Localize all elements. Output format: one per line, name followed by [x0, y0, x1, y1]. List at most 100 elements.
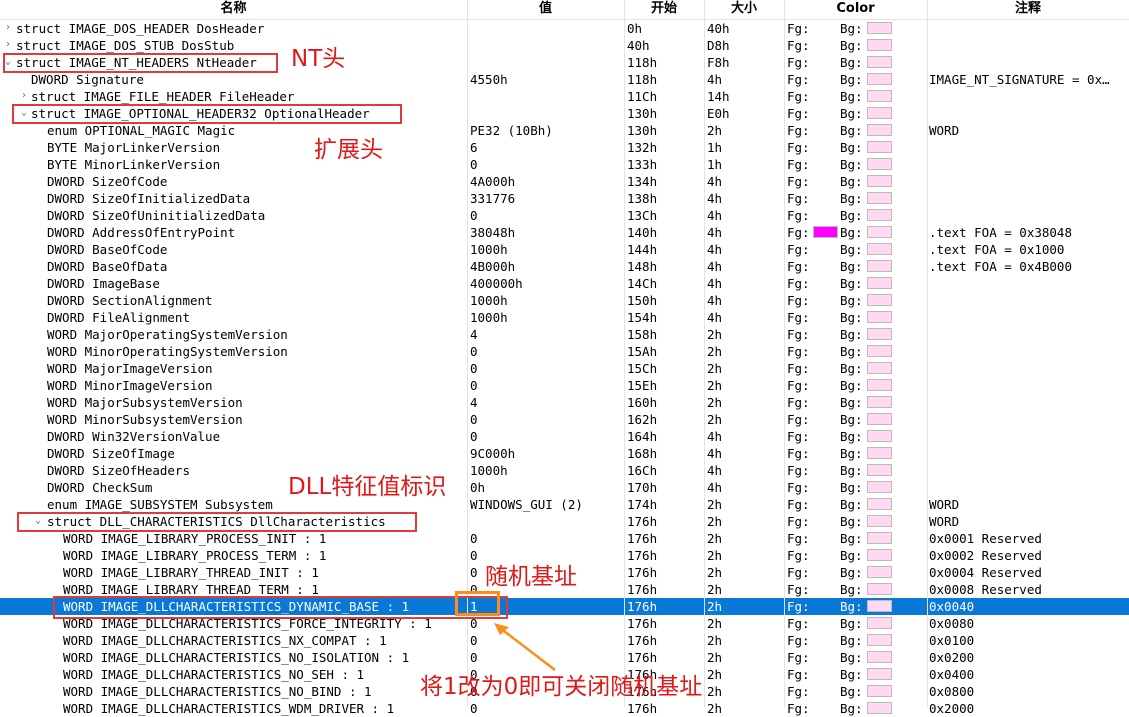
table-row[interactable]: › struct IMAGE_DOS_HEADER DosHeader 0h 40h F… [0, 20, 1129, 37]
row-value-cell[interactable]: 331776 [470, 190, 620, 207]
bg-color-swatch[interactable] [867, 192, 892, 204]
row-value-cell[interactable]: 0 [470, 700, 620, 717]
column-header-color[interactable]: Color [784, 0, 927, 19]
bg-color-swatch[interactable] [867, 668, 892, 680]
row-value-cell[interactable]: 0h [470, 479, 620, 496]
column-header-name[interactable]: 名称 [0, 0, 467, 19]
table-row[interactable]: DWORD AddressOfEntryPoint 38048h 140h 4h Fg:… [0, 224, 1129, 241]
column-divider[interactable] [927, 0, 928, 707]
bg-color-swatch[interactable] [867, 617, 892, 629]
row-value-cell[interactable] [470, 54, 620, 71]
table-row[interactable]: DWORD SizeOfUninitializedData 0 13Ch 4h Fg: B… [0, 207, 1129, 224]
row-value-cell[interactable]: 0 [470, 156, 620, 173]
bg-color-swatch[interactable] [867, 141, 892, 153]
row-value-cell[interactable]: 38048h [470, 224, 620, 241]
table-row[interactable]: WORD IMAGE_DLLCHARACTERISTICS_WDM_DRIVER… [0, 700, 1129, 717]
bg-color-swatch[interactable] [867, 702, 892, 714]
table-row[interactable]: DWORD CheckSum 0h 170h 4h Fg: Bg: [0, 479, 1129, 496]
row-value-cell[interactable]: 0 [470, 649, 620, 666]
bg-color-swatch[interactable] [867, 651, 892, 663]
bg-color-swatch[interactable] [867, 158, 892, 170]
row-value-cell[interactable]: 4 [470, 326, 620, 343]
table-row[interactable]: WORD MajorOperatingSystemVersion 4 158h 2h F… [0, 326, 1129, 343]
row-value-cell[interactable]: 400000h [470, 275, 620, 292]
row-value-cell[interactable]: 0 [470, 428, 620, 445]
row-value-cell[interactable]: 1000h [470, 292, 620, 309]
column-divider[interactable] [624, 0, 625, 707]
table-row[interactable]: enum IMAGE_SUBSYSTEM Subsystem WINDOWS_GU… [0, 496, 1129, 513]
table-row[interactable]: DWORD BaseOfData 4B000h 148h 4h Fg: Bg: .text … [0, 258, 1129, 275]
table-row[interactable]: › struct IMAGE_FILE_HEADER FileHeader 11Ch… [0, 88, 1129, 105]
row-value-cell[interactable]: 0 [470, 632, 620, 649]
table-row[interactable]: DWORD FileAlignment 1000h 154h 4h Fg: Bg: [0, 309, 1129, 326]
column-header-start[interactable]: 开始 [624, 0, 704, 19]
bg-color-swatch[interactable] [867, 515, 892, 527]
row-value-cell[interactable]: 9C000h [470, 445, 620, 462]
row-value-cell[interactable]: 0 [470, 530, 620, 547]
bg-color-swatch[interactable] [867, 90, 892, 102]
row-value-cell[interactable]: 0 [470, 411, 620, 428]
row-value-cell[interactable]: 4 [470, 394, 620, 411]
bg-color-swatch[interactable] [867, 464, 892, 476]
row-value-cell[interactable] [470, 105, 620, 122]
table-row[interactable]: DWORD SizeOfInitializedData 331776 138h 4h F… [0, 190, 1129, 207]
bg-color-swatch[interactable] [867, 311, 892, 323]
column-header-size[interactable]: 大小 [704, 0, 784, 19]
row-value-cell[interactable]: 4550h [470, 71, 620, 88]
row-value-cell[interactable]: 1000h [470, 309, 620, 326]
bg-color-swatch[interactable] [867, 22, 892, 34]
table-row[interactable]: DWORD SectionAlignment 1000h 150h 4h Fg: Bg: [0, 292, 1129, 309]
table-row[interactable]: DWORD SizeOfImage 9C000h 168h 4h Fg: Bg: [0, 445, 1129, 462]
row-value-cell[interactable]: 0 [470, 207, 620, 224]
bg-color-swatch[interactable] [867, 549, 892, 561]
table-row[interactable]: DWORD SizeOfCode 4A000h 134h 4h Fg: Bg: [0, 173, 1129, 190]
bg-color-swatch[interactable] [867, 345, 892, 357]
column-divider[interactable] [704, 0, 705, 707]
bg-color-swatch[interactable] [867, 294, 892, 306]
table-row[interactable]: WORD IMAGE_LIBRARY_PROCESS_INIT : 1 0 176h… [0, 530, 1129, 547]
bg-color-swatch[interactable] [867, 396, 892, 408]
table-row[interactable]: WORD MinorImageVersion 0 15Eh 2h Fg: Bg: [0, 377, 1129, 394]
bg-color-swatch[interactable] [867, 209, 892, 221]
row-value-cell[interactable]: 4B000h [470, 258, 620, 275]
row-value-cell[interactable]: 1000h [470, 241, 620, 258]
bg-color-swatch[interactable] [867, 634, 892, 646]
row-value-cell[interactable] [470, 513, 620, 530]
table-row[interactable]: WORD MajorSubsystemVersion 4 160h 2h Fg: Bg: [0, 394, 1129, 411]
row-value-cell[interactable]: 0 [470, 343, 620, 360]
bg-color-swatch[interactable] [867, 56, 892, 68]
bg-color-swatch[interactable] [867, 447, 892, 459]
table-row[interactable]: WORD IMAGE_LIBRARY_PROCESS_TERM : 1 0 176h… [0, 547, 1129, 564]
chevron-right-icon[interactable]: › [2, 20, 14, 37]
row-value-cell[interactable]: 6 [470, 139, 620, 156]
bg-color-swatch[interactable] [867, 430, 892, 442]
bg-color-swatch[interactable] [867, 328, 892, 340]
row-value-cell[interactable]: 4A000h [470, 173, 620, 190]
chevron-right-icon[interactable]: › [18, 88, 30, 105]
column-divider[interactable] [784, 0, 785, 707]
table-row[interactable]: DWORD ImageBase 400000h 14Ch 4h Fg: Bg: [0, 275, 1129, 292]
row-value-cell[interactable]: 0 [470, 377, 620, 394]
bg-color-swatch[interactable] [867, 175, 892, 187]
table-row[interactable]: enum OPTIONAL_MAGIC Magic PE32 (10Bh) 130h… [0, 122, 1129, 139]
bg-color-swatch[interactable] [867, 566, 892, 578]
column-header-value[interactable]: 值 [467, 0, 624, 19]
fg-color-swatch[interactable] [813, 226, 838, 238]
bg-color-swatch[interactable] [867, 413, 892, 425]
bg-color-swatch[interactable] [867, 243, 892, 255]
bg-color-swatch[interactable] [867, 39, 892, 51]
bg-color-swatch[interactable] [867, 277, 892, 289]
bg-color-swatch[interactable] [867, 260, 892, 272]
bg-color-swatch[interactable] [867, 73, 892, 85]
row-value-cell[interactable]: 0 [470, 360, 620, 377]
table-row[interactable]: › struct IMAGE_DOS_STUB DosStub 40h D8h Fg: B… [0, 37, 1129, 54]
table-row[interactable]: WORD MajorImageVersion 0 15Ch 2h Fg: Bg: [0, 360, 1129, 377]
bg-color-swatch[interactable] [867, 379, 892, 391]
table-row[interactable]: WORD MinorOperatingSystemVersion 0 15Ah 2h F… [0, 343, 1129, 360]
bg-color-swatch[interactable] [867, 226, 892, 238]
bg-color-swatch[interactable] [867, 583, 892, 595]
bg-color-swatch[interactable] [867, 532, 892, 544]
bg-color-swatch[interactable] [867, 107, 892, 119]
table-row[interactable]: DWORD SizeOfHeaders 1000h 16Ch 4h Fg: Bg: [0, 462, 1129, 479]
row-value-cell[interactable] [470, 88, 620, 105]
